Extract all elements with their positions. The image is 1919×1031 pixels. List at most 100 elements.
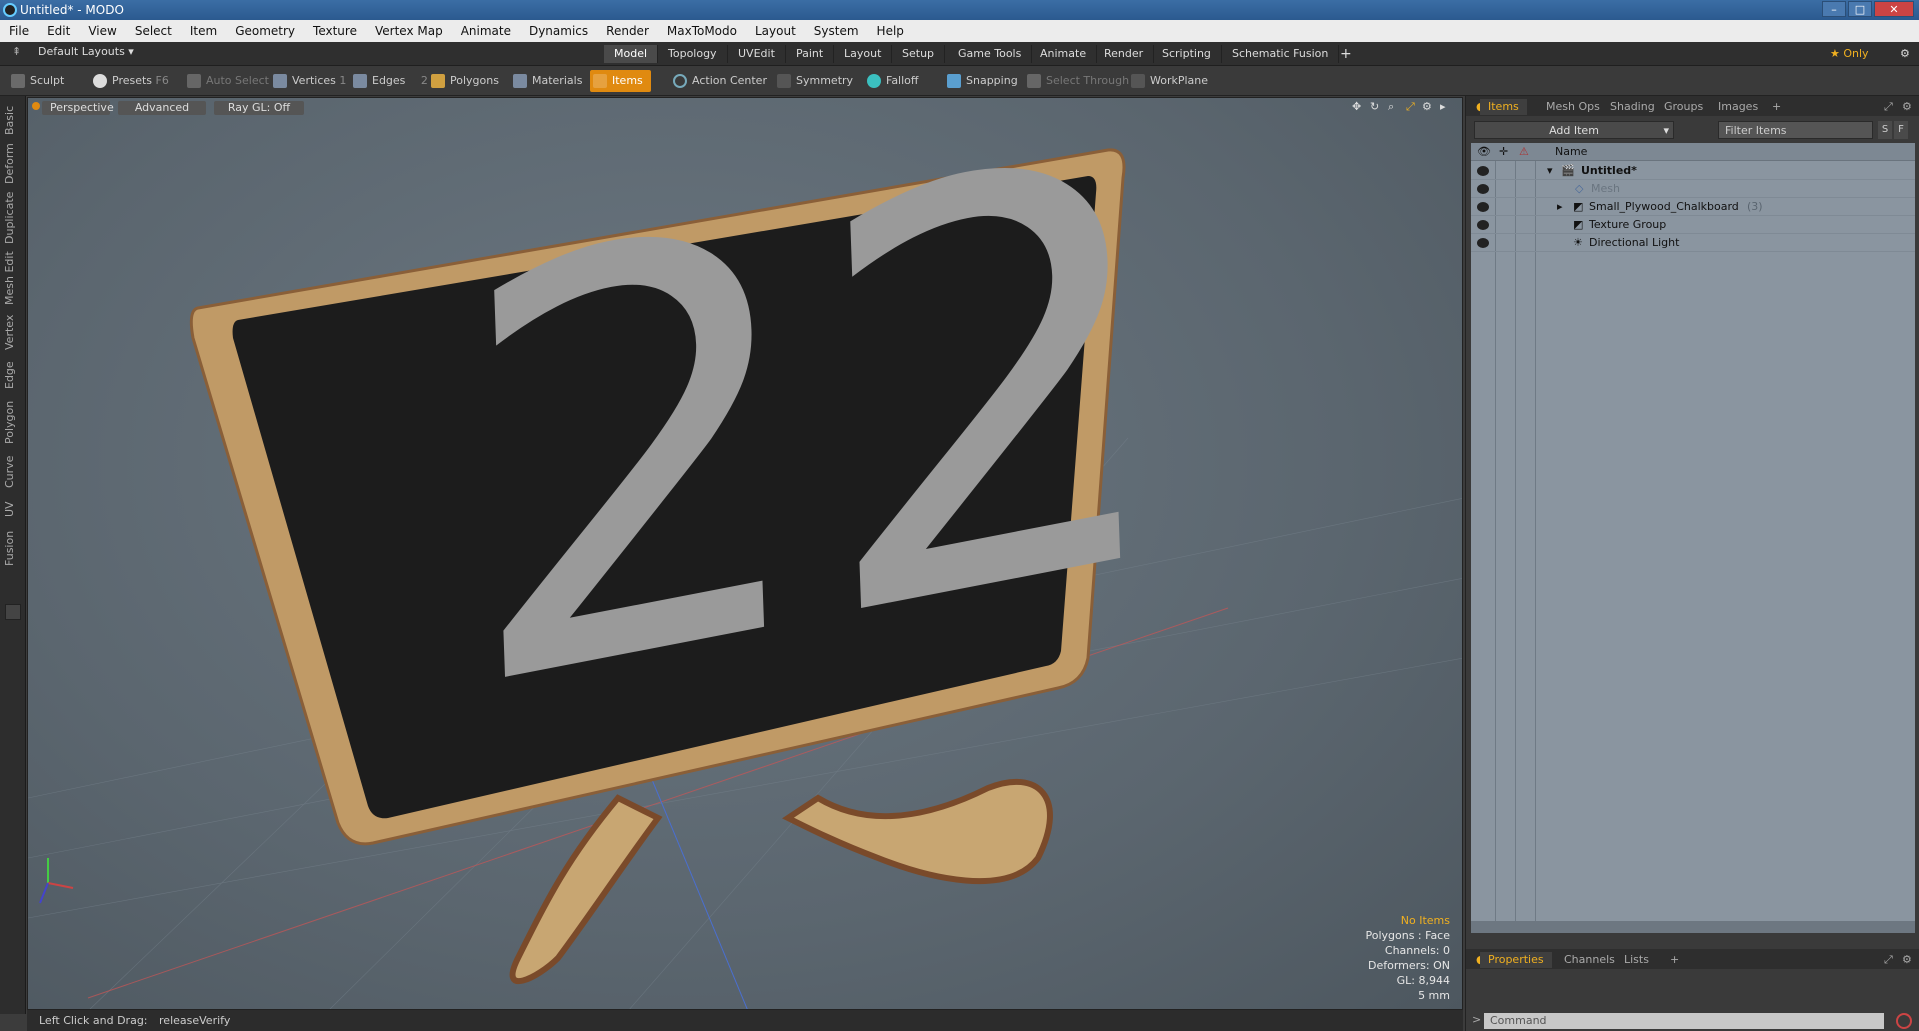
tab-model[interactable]: Model: [604, 45, 659, 63]
materials-button[interactable]: Materials: [510, 70, 582, 92]
tab-uvedit[interactable]: UVEdit: [728, 45, 786, 63]
tab-edge[interactable]: Edge: [3, 358, 23, 392]
tab-layout[interactable]: Layout: [834, 45, 893, 63]
items-button[interactable]: Items: [590, 70, 651, 92]
presets-button[interactable]: Presets F6: [90, 70, 169, 92]
perspective-dropdown[interactable]: Perspective: [42, 101, 114, 115]
3d-viewport[interactable]: 22 Perspective Advanced Ray GL: Off ✥ ↻ …: [27, 97, 1463, 1010]
rotate-view-icon[interactable]: ↻: [1370, 100, 1379, 113]
menu-dynamics[interactable]: Dynamics: [520, 20, 597, 42]
menu-geometry[interactable]: Geometry: [226, 20, 304, 42]
menu-render[interactable]: Render: [597, 20, 658, 42]
tab-images[interactable]: Images: [1710, 99, 1766, 115]
tab-scripting[interactable]: Scripting: [1152, 45, 1222, 63]
auto-select-button[interactable]: Auto Select: [184, 70, 269, 92]
menu-layout[interactable]: Layout: [746, 20, 805, 42]
tab-curve[interactable]: Curve: [3, 452, 23, 492]
select-through-button[interactable]: Select Through: [1024, 70, 1129, 92]
tree-row-untitled[interactable]: ▾ 🎬 Untitled*: [1471, 162, 1915, 180]
menu-animate[interactable]: Animate: [452, 20, 520, 42]
tree-row-mesh[interactable]: ◇ Mesh: [1471, 180, 1915, 198]
eye-icon[interactable]: [1477, 184, 1489, 194]
eye-icon[interactable]: [1477, 202, 1489, 212]
falloff-button[interactable]: Falloff: [864, 70, 918, 92]
only-toggle[interactable]: ★ Only: [1820, 45, 1879, 63]
sculpt-button[interactable]: Sculpt: [8, 70, 64, 92]
eye-icon[interactable]: [1477, 166, 1489, 176]
filter-f-button[interactable]: F: [1894, 121, 1908, 139]
workplane-button[interactable]: WorkPlane: [1128, 70, 1208, 92]
tab-game-tools[interactable]: Game Tools: [948, 45, 1033, 63]
menu-file[interactable]: File: [0, 20, 38, 42]
tab-basic[interactable]: Basic: [3, 102, 23, 138]
menu-view[interactable]: View: [79, 20, 125, 42]
menu-edit[interactable]: Edit: [38, 20, 79, 42]
tab-render[interactable]: Render: [1094, 45, 1155, 63]
add-panel-tab-icon[interactable]: +: [1764, 99, 1789, 115]
advanced-dropdown[interactable]: Advanced: [118, 101, 206, 115]
record-icon[interactable]: [1896, 1013, 1912, 1029]
filter-items-input[interactable]: Filter Items: [1718, 121, 1873, 139]
tab-deform[interactable]: Deform: [3, 142, 23, 186]
tree-row-directional-light[interactable]: ☀ Directional Light: [1471, 234, 1915, 252]
viewport-settings-icon[interactable]: ⚙: [1422, 100, 1432, 113]
tab-properties[interactable]: Properties: [1480, 952, 1552, 968]
menu-texture[interactable]: Texture: [304, 20, 366, 42]
viewport-menu-arrow-icon[interactable]: ▸: [1440, 100, 1446, 113]
add-item-dropdown[interactable]: Add Item ▾: [1474, 121, 1674, 139]
menu-help[interactable]: Help: [868, 20, 913, 42]
expand-arrow-icon[interactable]: ▾: [1547, 162, 1553, 180]
eye-icon[interactable]: [1477, 238, 1489, 248]
raygl-toggle[interactable]: Ray GL: Off: [214, 101, 304, 115]
edges-button[interactable]: Edges 2: [350, 70, 428, 92]
tab-schematic-fusion[interactable]: Schematic Fusion: [1222, 45, 1340, 63]
zoom-icon[interactable]: ⌕: [1388, 100, 1394, 114]
eye-icon[interactable]: [1477, 220, 1489, 230]
default-layouts-dropdown[interactable]: Default Layouts ▾: [38, 45, 134, 58]
tab-animate[interactable]: Animate: [1030, 45, 1098, 63]
gear-icon[interactable]: ⚙: [1890, 45, 1919, 63]
tab-duplicate[interactable]: Duplicate: [3, 192, 23, 244]
add-panel-tab-icon[interactable]: +: [1662, 952, 1687, 968]
panel-gear-icon[interactable]: ⚙: [1894, 952, 1919, 968]
tab-mesh-ops[interactable]: Mesh Ops: [1538, 99, 1608, 115]
vertices-button[interactable]: Vertices 1: [270, 70, 346, 92]
tab-vertex[interactable]: Vertex: [3, 312, 23, 352]
menu-system[interactable]: System: [805, 20, 868, 42]
tab-channels[interactable]: Channels: [1556, 952, 1623, 968]
tab-mesh-edit[interactable]: Mesh Edit: [3, 250, 23, 306]
fit-view-icon[interactable]: ⤢: [1406, 100, 1415, 114]
menu-maxtomodo[interactable]: MaxToModo: [658, 20, 746, 42]
move-view-icon[interactable]: ✥: [1352, 100, 1361, 113]
tab-items[interactable]: Items: [1480, 99, 1527, 115]
menu-select[interactable]: Select: [126, 20, 181, 42]
tab-setup[interactable]: Setup: [892, 45, 946, 63]
snapping-button[interactable]: Snapping: [944, 70, 1018, 92]
tab-polygon[interactable]: Polygon: [3, 398, 23, 446]
panel-gear-icon[interactable]: ⚙: [1894, 99, 1919, 115]
tab-uv[interactable]: UV: [3, 498, 23, 520]
tree-hscrollbar[interactable]: [1471, 921, 1915, 933]
action-center-button[interactable]: Action Center: [670, 70, 767, 92]
command-input[interactable]: Command: [1484, 1013, 1884, 1029]
maximize-button[interactable]: □: [1848, 1, 1872, 17]
tree-row-chalkboard[interactable]: ▸ ◩ Small_Plywood_Chalkboard (3): [1471, 198, 1915, 216]
menu-vertex-map[interactable]: Vertex Map: [366, 20, 452, 42]
tab-paint[interactable]: Paint: [786, 45, 835, 63]
polygons-button[interactable]: Polygons: [428, 70, 499, 92]
layout-arrow-icon[interactable]: ⇞: [12, 45, 21, 58]
tab-fusion[interactable]: Fusion: [3, 526, 23, 570]
tab-lists[interactable]: Lists: [1616, 952, 1657, 968]
close-button[interactable]: ✕: [1874, 1, 1914, 17]
filter-s-button[interactable]: S: [1878, 121, 1892, 139]
collapse-handle[interactable]: [5, 604, 21, 620]
minimize-button[interactable]: –: [1822, 1, 1846, 17]
symmetry-button[interactable]: Symmetry: [774, 70, 853, 92]
tab-topology[interactable]: Topology: [658, 45, 728, 63]
tab-groups[interactable]: Groups: [1656, 99, 1711, 115]
tree-row-texture-group[interactable]: ◩ Texture Group: [1471, 216, 1915, 234]
add-tab-icon[interactable]: +: [1330, 45, 1362, 63]
menu-item[interactable]: Item: [181, 20, 226, 42]
tab-shading[interactable]: Shading: [1602, 99, 1663, 115]
expand-arrow-icon[interactable]: ▸: [1557, 198, 1563, 216]
